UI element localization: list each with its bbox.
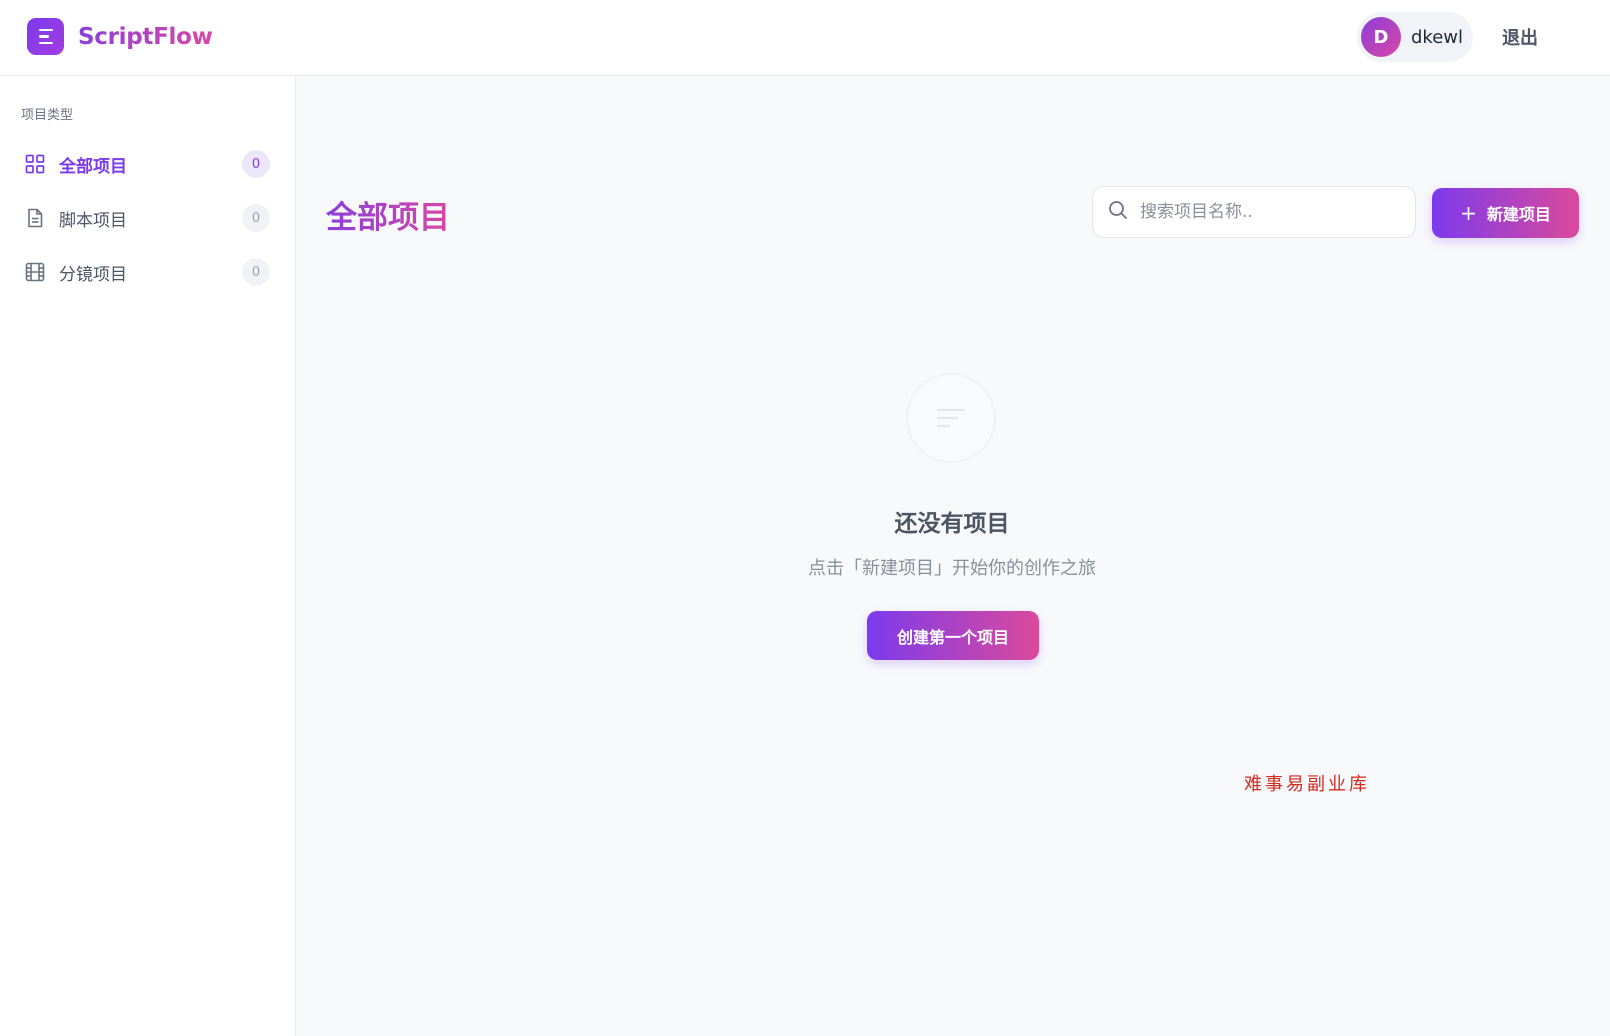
page-title: 全部项目: [326, 192, 450, 237]
sidebar-section-label: 项目类型: [21, 108, 74, 123]
sidebar-item-all-projects[interactable]: 全部项目 0: [14, 142, 282, 186]
search-input[interactable]: [1140, 202, 1400, 222]
empty-state-subtitle: 点击「新建项目」开始你的创作之旅: [808, 558, 1096, 579]
watermark: 难事易副业库: [1244, 774, 1370, 795]
create-first-project-button[interactable]: 创建第一个项目: [867, 611, 1039, 660]
search-box[interactable]: [1092, 186, 1416, 238]
menu-lines-icon: [27, 18, 64, 55]
brand-name: ScriptFlow: [78, 23, 213, 50]
sidebar-item-script-projects[interactable]: 脚本项目 0: [14, 196, 282, 240]
grid-icon: [25, 154, 45, 174]
document-icon: [25, 208, 45, 228]
top-bar: ScriptFlow D dkewl 退出: [0, 0, 1610, 76]
sidebar-item-label: 全部项目: [59, 156, 127, 177]
sidebar-item-label: 脚本项目: [59, 210, 127, 231]
logout-button[interactable]: 退出: [1502, 24, 1538, 50]
count-badge: 0: [242, 150, 270, 178]
empty-state-title: 还没有项目: [894, 511, 1010, 537]
user-menu[interactable]: D dkewl: [1357, 12, 1473, 62]
app-logo[interactable]: ScriptFlow: [27, 18, 213, 55]
avatar: D: [1361, 17, 1401, 57]
plus-icon: +: [1460, 201, 1477, 225]
count-badge: 0: [242, 258, 270, 286]
new-project-button[interactable]: + 新建项目: [1432, 188, 1579, 238]
username: dkewl: [1411, 26, 1464, 48]
sidebar-item-label: 分镜项目: [59, 264, 127, 285]
film-icon: [25, 262, 45, 282]
count-badge: 0: [242, 204, 270, 232]
search-icon: [1108, 200, 1128, 224]
sidebar-item-storyboard-projects[interactable]: 分镜项目 0: [14, 250, 282, 294]
new-project-label: 新建项目: [1486, 205, 1551, 224]
empty-list-icon: [906, 373, 996, 463]
